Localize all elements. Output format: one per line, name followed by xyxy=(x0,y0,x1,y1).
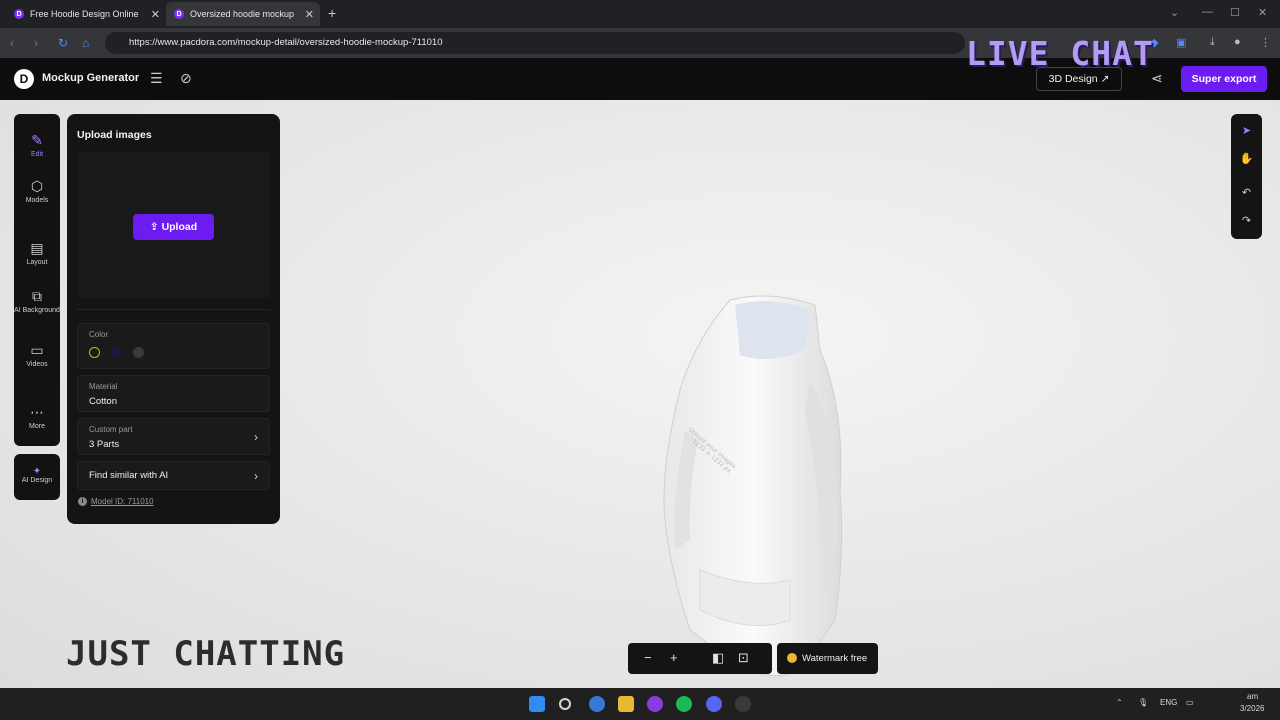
edit-icon: ✎ xyxy=(31,132,43,148)
search-icon[interactable] xyxy=(559,698,571,710)
minimize-icon[interactable]: — xyxy=(1202,6,1213,18)
back-icon[interactable]: ‹ xyxy=(10,36,14,50)
cloud-off-icon[interactable]: ⊘ xyxy=(180,70,192,87)
view-toggle-icon[interactable]: ◧ xyxy=(712,650,724,666)
pacdora-favicon: D xyxy=(174,9,184,19)
layout-icon: ▤ xyxy=(30,240,44,256)
stream-overlay-live-chat: LIVE CHAT xyxy=(966,34,1154,73)
browser-tab-bar: D Free Hoodie Design Online ✕ D Oversize… xyxy=(0,0,1280,28)
tab-search-icon[interactable]: ⌄ xyxy=(1170,6,1179,19)
url-field[interactable]: https://www.pacdora.com/mockup-detail/ov… xyxy=(105,32,965,54)
rail-layout[interactable]: ▤ Layout xyxy=(14,240,60,266)
window-close-icon[interactable]: ✕ xyxy=(1258,6,1267,19)
divider xyxy=(77,309,270,310)
profile-icon[interactable]: ● xyxy=(1234,36,1241,48)
forward-icon[interactable]: › xyxy=(34,36,38,50)
upload-button[interactable]: ⇪ Upload xyxy=(133,214,214,240)
app-icon[interactable] xyxy=(735,696,751,712)
tab-free-hoodie[interactable]: D Free Hoodie Design Online ✕ xyxy=(6,2,166,26)
rail-ai-design[interactable]: ✦ AI Design xyxy=(14,454,60,500)
model-id-link[interactable]: Model ID: 711010 xyxy=(91,497,154,506)
cube-icon: ⬡ xyxy=(30,178,44,194)
fit-screen-icon[interactable]: ⊡ xyxy=(738,650,749,666)
language-indicator[interactable]: ENG xyxy=(1160,698,1177,707)
hand-pan-icon[interactable]: ✋ xyxy=(1231,152,1262,165)
ai-background-icon: ⧉ xyxy=(32,288,42,304)
material-card[interactable]: Material Cotton xyxy=(77,375,270,412)
extension-icon[interactable]: ▣ xyxy=(1176,36,1186,49)
discord-icon[interactable] xyxy=(706,696,722,712)
home-icon[interactable]: ⌂ xyxy=(82,36,89,50)
color-swatch-navy[interactable] xyxy=(111,347,122,358)
color-swatch-gray[interactable] xyxy=(133,347,144,358)
watermark-free-button[interactable]: Watermark free xyxy=(777,643,878,674)
zoom-controls: − + ◧ ⊡ xyxy=(628,643,772,674)
reload-icon[interactable]: ↻ xyxy=(58,36,68,50)
rail-ai-background[interactable]: ⧉ AI Background xyxy=(14,288,60,314)
rail-videos[interactable]: ▭ Videos xyxy=(14,342,60,368)
rail-models[interactable]: ⬡ Models xyxy=(14,178,60,204)
download-icon[interactable]: ⤓ xyxy=(1210,36,1215,49)
obs-app-icon[interactable] xyxy=(647,696,663,712)
browser-app-icon[interactable] xyxy=(589,696,605,712)
undo-icon[interactable]: ↶ xyxy=(1231,186,1262,199)
chevron-right-icon: › xyxy=(254,469,258,483)
new-tab-icon[interactable]: + xyxy=(328,5,336,21)
upload-panel: Upload images ⇪ Upload Color Material Co… xyxy=(67,114,280,524)
rail-more[interactable]: ⋯ More xyxy=(14,404,60,430)
color-card: Color xyxy=(77,323,270,369)
maximize-icon[interactable]: ☐ xyxy=(1230,6,1240,19)
microphone-icon[interactable]: 🎙 xyxy=(1138,698,1148,707)
panel-title: Upload images xyxy=(77,129,152,141)
left-tool-rail: ✎ Edit ⬡ Models ▤ Layout ⧉ AI Background… xyxy=(14,114,60,446)
file-explorer-icon[interactable] xyxy=(618,696,634,712)
brand-title: Mockup Generator xyxy=(42,72,140,84)
upload-icon: ⇪ xyxy=(149,221,162,233)
find-similar-card[interactable]: Find similar with AI › xyxy=(77,461,270,490)
clock-date[interactable]: 3/2026 xyxy=(1240,704,1264,713)
crown-icon xyxy=(787,653,797,663)
tab-oversized-hoodie[interactable]: D Oversized hoodie mockup ✕ xyxy=(166,2,320,26)
menu-icon[interactable]: ⋮ xyxy=(1260,36,1271,49)
redo-icon[interactable]: ↷ xyxy=(1231,214,1262,227)
pacdora-logo[interactable]: D xyxy=(14,69,34,89)
select-cursor-icon[interactable]: ➤ xyxy=(1231,124,1262,137)
close-icon[interactable]: ✕ xyxy=(151,8,160,21)
tray-chevron-icon[interactable]: ⌃ xyxy=(1116,698,1123,707)
clock-time[interactable]: am xyxy=(1247,692,1258,701)
info-icon: i xyxy=(78,497,87,506)
stream-overlay-category: JUST CHATTING xyxy=(66,634,346,674)
hamburger-menu-icon[interactable]: ☰ xyxy=(150,70,163,87)
ai-sparkle-icon: ✦ xyxy=(32,466,42,477)
pacdora-favicon: D xyxy=(14,9,24,19)
video-icon: ▭ xyxy=(30,342,44,358)
zoom-out-icon[interactable]: − xyxy=(644,650,652,665)
display-icon[interactable]: ▭ xyxy=(1186,698,1194,707)
custom-part-card[interactable]: Custom part 3 Parts › xyxy=(77,418,270,455)
right-tool-bar: ➤ ✋ ↶ ↷ xyxy=(1231,114,1262,239)
chevron-right-icon: › xyxy=(254,430,258,444)
windows-start-icon[interactable] xyxy=(529,696,545,712)
more-icon: ⋯ xyxy=(30,404,44,420)
spotify-icon[interactable] xyxy=(676,696,692,712)
zoom-in-icon[interactable]: + xyxy=(670,650,678,665)
super-export-button[interactable]: Super export xyxy=(1181,66,1267,92)
tab-title: Free Hoodie Design Online xyxy=(30,9,139,19)
windows-taskbar: ⌃ 🎙 ENG ▭ am 3/2026 xyxy=(0,688,1280,720)
hoodie-3d-model[interactable]: Upload your images 1232 × 1232 px xyxy=(640,290,860,690)
rail-edit[interactable]: ✎ Edit xyxy=(14,132,60,158)
color-picker-swatch[interactable] xyxy=(89,347,100,358)
close-icon[interactable]: ✕ xyxy=(305,8,314,21)
tab-title: Oversized hoodie mockup xyxy=(190,9,295,19)
